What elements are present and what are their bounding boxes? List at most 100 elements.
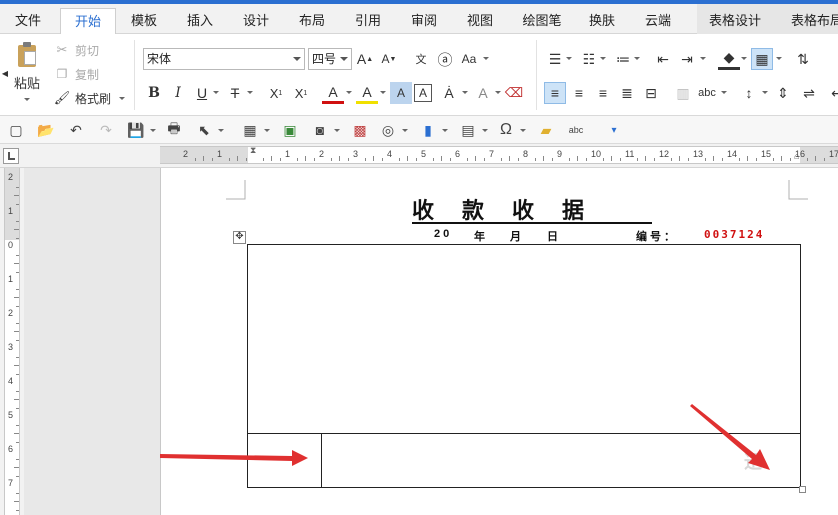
emphasis-icon[interactable]: Ȧ [438,82,460,104]
strikethrough-dropdown-icon[interactable] [247,91,253,94]
shrink-font-icon[interactable]: A ▼ [378,48,400,70]
font-color-icon[interactable]: A [322,82,344,104]
symbol-dropdown-icon[interactable] [520,129,526,132]
receipt-title[interactable]: 收款收据 [412,198,652,224]
new-document-icon[interactable]: ▢ [6,120,26,140]
underline-dropdown-icon[interactable] [213,91,219,94]
highlight-icon[interactable]: A [356,82,378,104]
decrease-indent-icon[interactable]: ⇤ [652,48,674,70]
open-folder-icon[interactable]: 📂 [36,120,56,140]
tab-design[interactable]: 设计 [234,8,278,34]
increase-indent-icon[interactable]: ⇥ [676,48,698,70]
save-icon[interactable]: 💾 [126,120,146,140]
tab-insert[interactable]: 插入 [178,8,222,34]
spellcheck-icon[interactable]: abc [566,120,586,140]
clear-format-icon[interactable]: Aa [458,48,480,70]
shading-icon[interactable]: ◆ [718,48,740,70]
superscript-icon[interactable]: X1 [290,82,312,104]
tab-references[interactable]: 引用 [346,8,390,34]
align-right-icon[interactable]: ≡ [592,82,614,104]
ribbon-scroll-left-icon[interactable]: ◀ [2,68,8,78]
tab-skin[interactable]: 换肤 [580,8,624,34]
tab-view[interactable]: 视图 [458,8,502,34]
paste-button[interactable] [12,40,42,70]
tab-templates[interactable]: 模板 [122,8,166,34]
align-center-icon[interactable]: ≡ [568,82,590,104]
symbol-icon[interactable]: Ω [496,120,516,140]
borders-dropdown-icon[interactable] [776,57,782,60]
char-border-icon[interactable]: A [414,84,432,102]
paste-dropdown-icon[interactable] [24,98,30,101]
bullets-icon[interactable]: ☰ [544,48,566,70]
undo-icon[interactable]: ↶ [66,120,86,140]
tab-draw[interactable]: 绘图笔 [516,8,568,34]
bold-icon[interactable]: B [143,82,165,104]
grow-font-icon[interactable]: A ▲ [354,48,376,70]
sort-icon[interactable]: ⇅ [792,48,814,70]
shapes-dropdown-icon[interactable] [402,129,408,132]
tab-file[interactable]: 文件 [6,8,50,34]
textbox-icon[interactable]: ▤ [458,120,478,140]
print-icon[interactable]: 🖶 [164,120,184,140]
tab-cloud[interactable]: 云端 [636,8,680,34]
right-indent-marker-icon[interactable]: ⌂ [794,151,799,161]
shading-dropdown-icon[interactable] [741,57,747,60]
paragraph-spacing-icon[interactable]: ⇕ [772,82,794,104]
show-marks-icon[interactable]: ⇌ [798,82,820,104]
numbering-dropdown-icon[interactable] [600,57,606,60]
multilevel-dropdown-icon[interactable] [634,57,640,60]
font-size-select[interactable]: 四号 [308,48,352,70]
line-spacing-icon[interactable]: ↕ [738,82,760,104]
emphasis-dropdown-icon[interactable] [462,91,468,94]
char-shading-icon[interactable]: A [390,82,412,104]
vertical-ruler[interactable]: 2 1 0 1 2 3 4 5 6 7 [4,168,20,515]
distribute-icon[interactable]: ⊟ [640,82,662,104]
chart-dropdown-icon[interactable] [442,129,448,132]
borders-icon[interactable]: ▦ [751,48,773,70]
tab-table-design[interactable]: 表格设计 [700,8,770,34]
textbox-dropdown-icon[interactable] [482,129,488,132]
format-painter-button[interactable]: 格式刷 [72,90,114,106]
table-icon[interactable]: ▦ [240,120,260,140]
font-name-select[interactable]: 宋体 [143,48,305,70]
italic-icon[interactable]: I [167,82,189,104]
tab-stop-selector[interactable] [3,148,19,164]
numbering-icon[interactable]: ☷ [578,48,600,70]
indent-marker-icon[interactable]: ⧗ [250,145,256,156]
clear-format-dropdown-icon[interactable] [483,57,489,60]
column-icon[interactable]: ▥ [672,82,694,104]
table-resize-handle[interactable] [799,486,806,493]
copy-button[interactable]: 复制 [72,66,102,82]
highlight-dropdown-icon[interactable] [380,91,386,94]
select-pointer-icon[interactable]: ⬉ [194,120,214,140]
shapes-icon[interactable]: ◎ [378,120,398,140]
receipt-table[interactable] [247,244,801,488]
format-painter-dropdown-icon[interactable] [119,97,125,100]
tab-layout[interactable]: 布局 [290,8,334,34]
more-icon[interactable]: ↩ [826,82,838,104]
redo-icon[interactable]: ↷ [96,120,116,140]
text-effect-icon[interactable]: A [472,82,494,104]
sticky-note-icon[interactable]: ▰ [536,120,556,140]
smartart-icon[interactable]: ▩ [350,120,370,140]
enclose-char-icon[interactable]: ⓐ [434,48,456,70]
table-move-handle-icon[interactable]: ✥ [233,231,246,244]
horizontal-ruler[interactable]: 2 1 1 2 3 4 5 6 7 8 9 10 11 12 13 14 15 16 17 ⧗ ⌂ [160,145,838,164]
tab-table-layout[interactable]: 表格布局 [782,8,838,34]
save-dropdown-icon[interactable] [150,129,156,132]
screenshot-icon[interactable]: ◙ [310,120,330,140]
multilevel-list-icon[interactable]: ≔ [612,48,634,70]
picture-icon[interactable]: ▣ [280,120,300,140]
phonetic-guide-icon[interactable]: 文 [410,48,432,70]
screenshot-dropdown-icon[interactable] [334,129,340,132]
bullets-dropdown-icon[interactable] [566,57,572,60]
tab-review[interactable]: 审阅 [402,8,446,34]
strikethrough-icon[interactable]: T [224,82,246,104]
text-direction-icon[interactable]: abc [696,82,718,104]
text-direction-dropdown-icon[interactable] [721,91,727,94]
eraser-icon[interactable]: ⌫ [503,82,525,104]
table-dropdown-icon[interactable] [264,129,270,132]
justify-icon[interactable]: ≣ [616,82,638,104]
line-spacing-dropdown-icon[interactable] [762,91,768,94]
tab-home[interactable]: 开始 [60,8,116,35]
